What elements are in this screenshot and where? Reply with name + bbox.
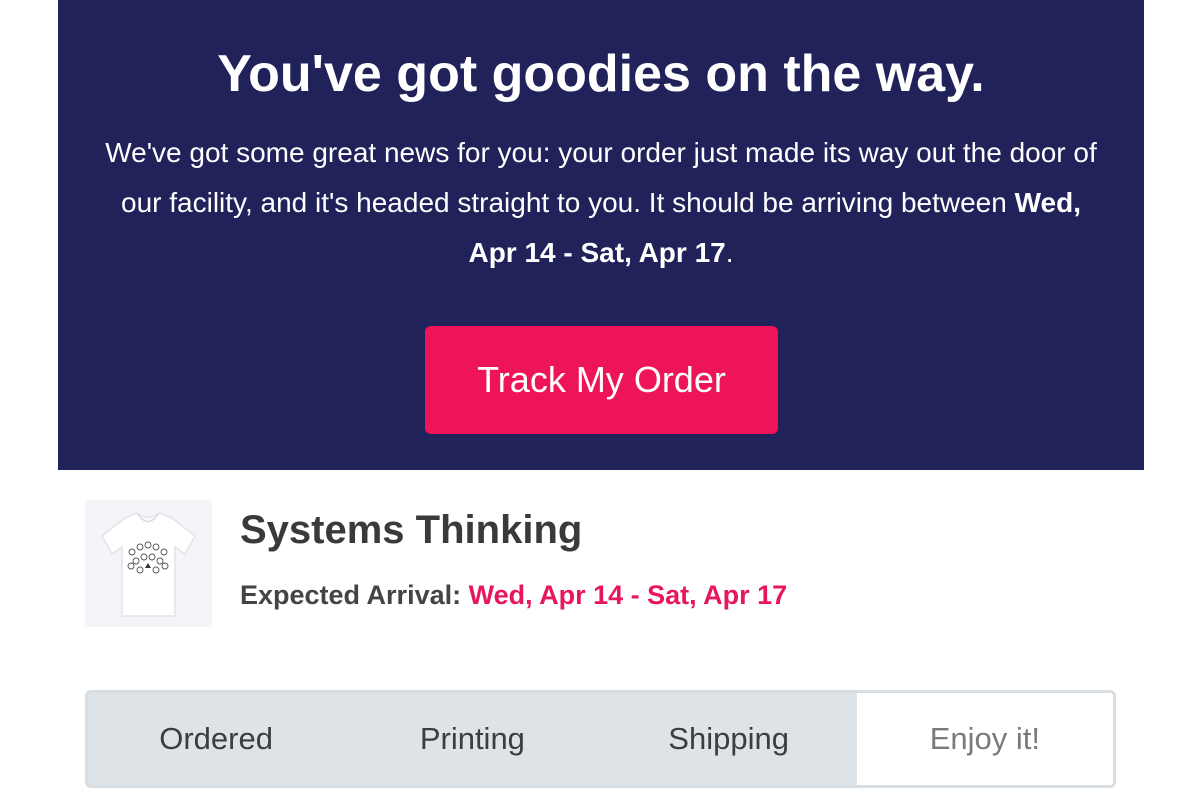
hero-message-end: . [725,237,734,268]
progress-step-printing[interactable]: Printing [344,693,600,785]
product-thumbnail[interactable] [85,500,212,627]
expected-arrival: Expected Arrival: Wed, Apr 14 - Sat, Apr… [240,578,787,612]
progress-step-shipping[interactable]: Shipping [601,693,857,785]
progress-step-ordered[interactable]: Ordered [88,693,344,785]
hero-title: You've got goodies on the way. [217,45,985,103]
expected-arrival-dates: Wed, Apr 14 - Sat, Apr 17 [468,580,788,610]
order-progress-tracker: Ordered Printing Shipping Enjoy it! [85,690,1116,788]
product-row: Systems Thinking Expected Arrival: Wed, … [85,500,1115,628]
tshirt-icon [101,512,196,617]
hero-message: We've got some great news for you: your … [98,128,1104,278]
track-order-button[interactable]: Track My Order [425,326,778,434]
shipping-hero-banner: You've got goodies on the way. We've got… [58,0,1144,470]
hero-message-text: We've got some great news for you: your … [105,137,1097,218]
product-name: Systems Thinking [240,508,583,552]
expected-arrival-label: Expected Arrival: [240,580,469,610]
progress-step-enjoy-it[interactable]: Enjoy it! [856,693,1113,785]
